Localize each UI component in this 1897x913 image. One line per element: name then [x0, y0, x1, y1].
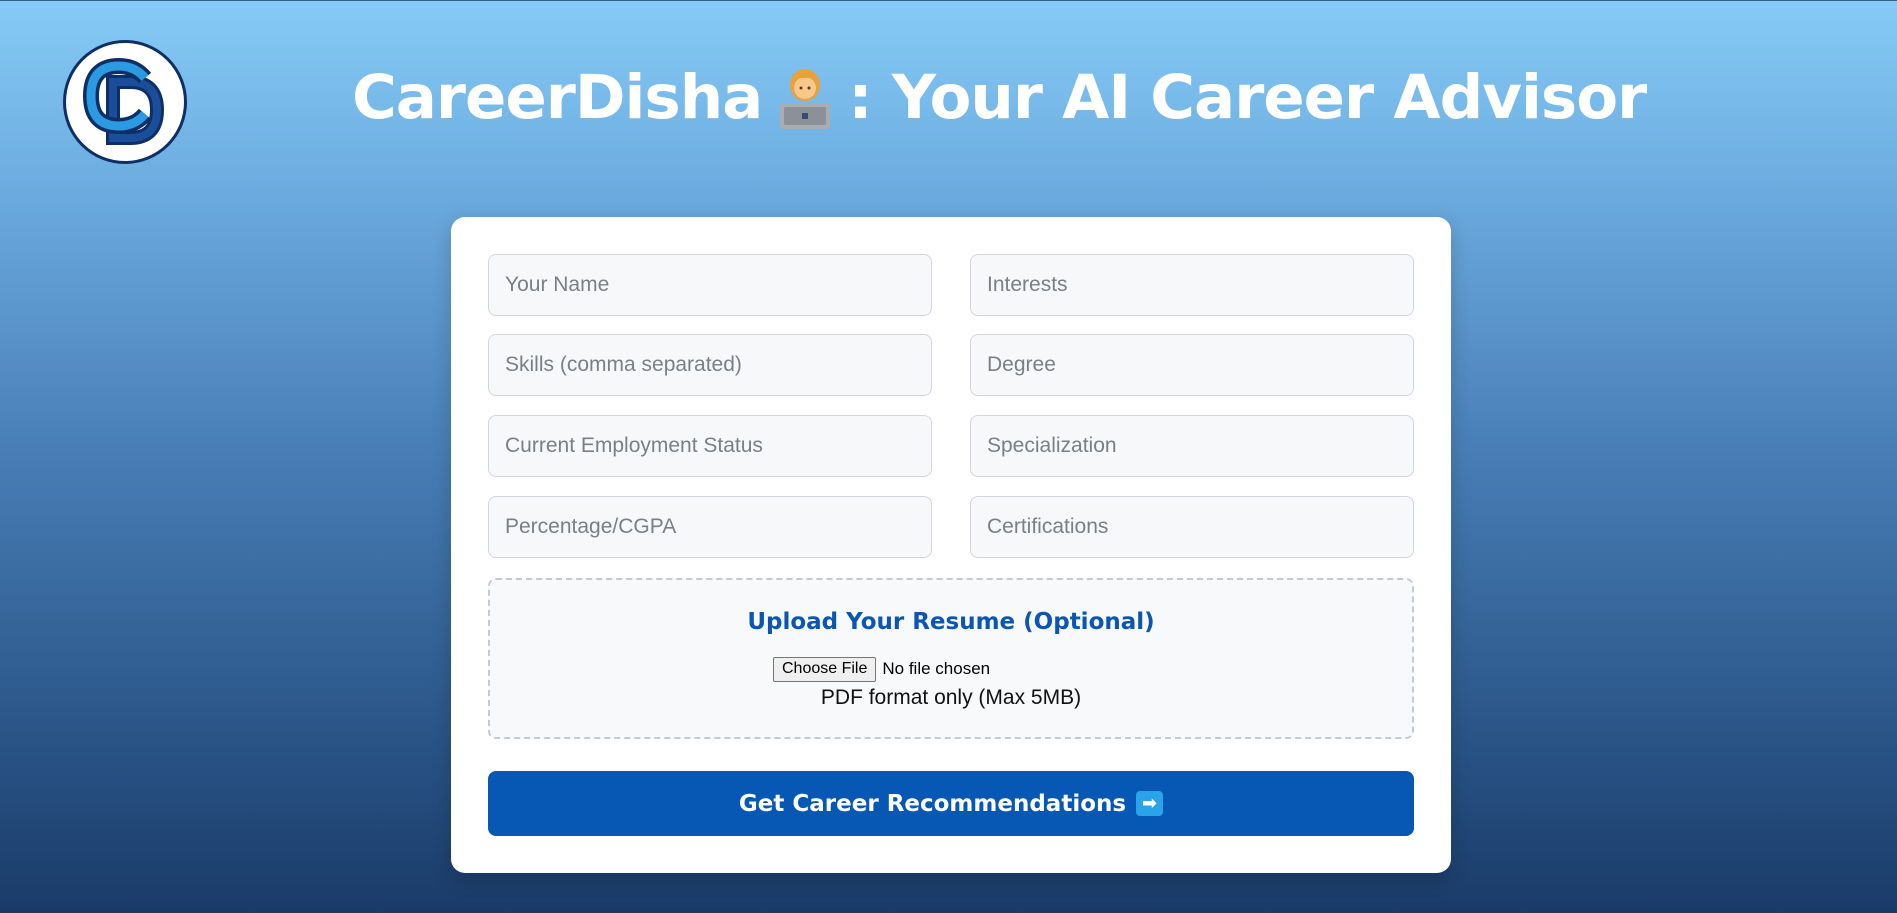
page-title: CareerDisha : Your AI Career Advisor — [352, 57, 1647, 137]
get-recommendations-button[interactable]: Get Career Recommendations ➡ — [488, 771, 1414, 836]
percentage-input[interactable] — [488, 496, 932, 558]
choose-file-button[interactable]: Choose File — [773, 656, 877, 682]
specialization-input[interactable] — [970, 415, 1414, 477]
file-status: No file chosen — [882, 659, 991, 678]
name-input[interactable] — [488, 254, 932, 316]
logo-cd-icon — [82, 57, 165, 145]
submit-label: Get Career Recommendations — [738, 790, 1127, 817]
interests-input[interactable] — [970, 254, 1414, 316]
upload-format-note: PDF format only (Max 5MB) — [820, 686, 1082, 709]
employment-status-input[interactable] — [488, 415, 932, 477]
upload-title: Upload Your Resume (Optional) — [747, 609, 1155, 635]
degree-input[interactable] — [970, 334, 1414, 396]
title-tagline: : Your AI Career Advisor — [848, 61, 1647, 133]
skills-input[interactable] — [488, 334, 932, 396]
resume-upload-area[interactable]: Upload Your Resume (Optional) Choose Fil… — [488, 578, 1414, 739]
certifications-input[interactable] — [970, 496, 1414, 558]
woman-technologist-icon — [774, 65, 836, 129]
logo — [63, 40, 187, 164]
career-form-card: Upload Your Resume (Optional) Choose Fil… — [451, 217, 1451, 873]
title-brand: CareerDisha — [352, 61, 763, 133]
right-arrow-icon: ➡ — [1136, 791, 1164, 816]
file-input[interactable]: Choose File No file chosen — [773, 656, 990, 682]
